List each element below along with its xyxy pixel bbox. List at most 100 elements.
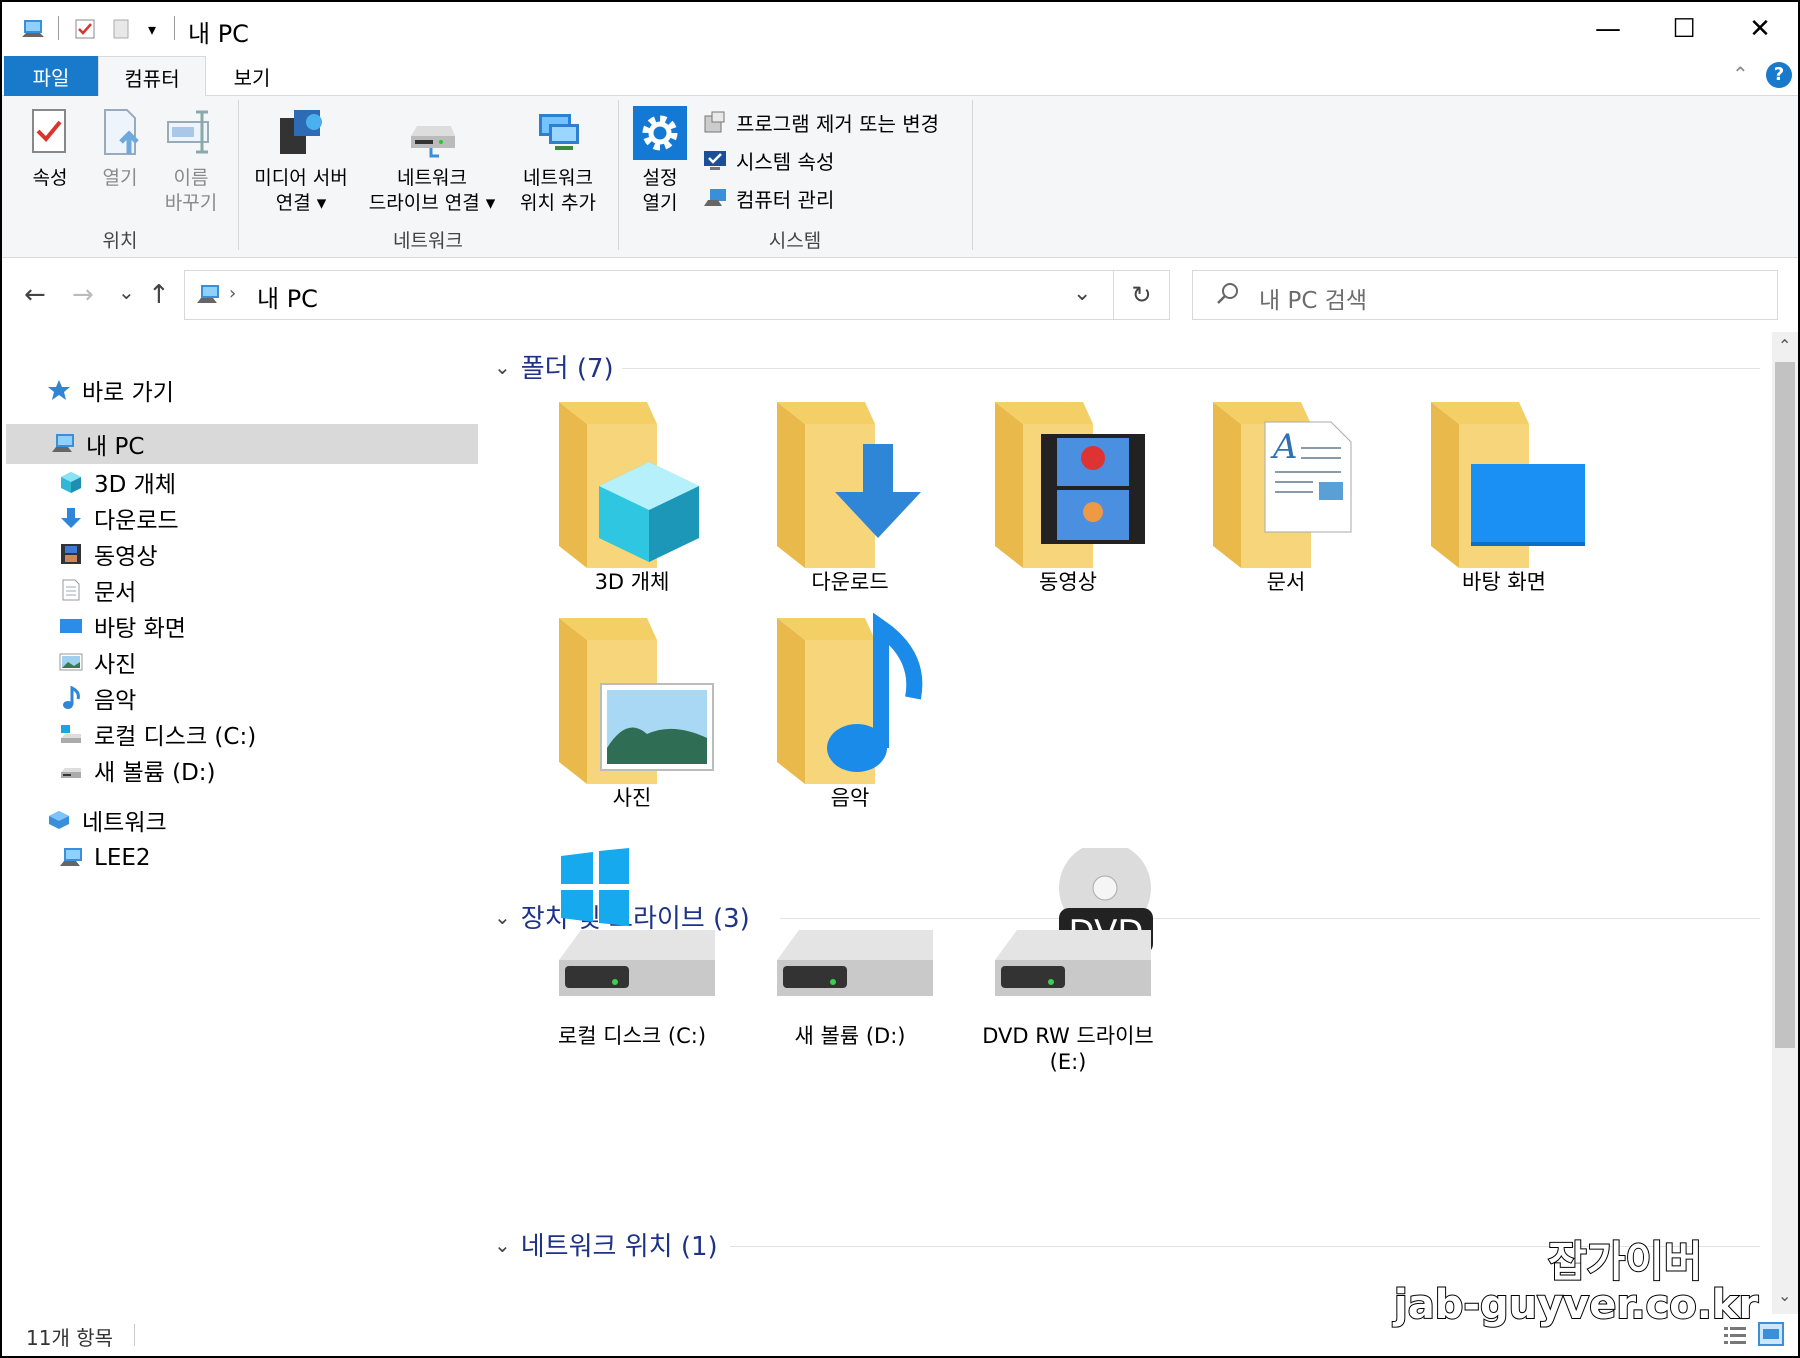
tab-computer[interactable]: 컴퓨터 xyxy=(98,56,206,97)
folder-icon xyxy=(765,382,935,572)
minimize-button[interactable]: — xyxy=(1570,2,1646,56)
picture-icon xyxy=(58,650,84,674)
system-properties-icon xyxy=(702,148,728,172)
help-icon[interactable]: ? xyxy=(1766,62,1792,88)
dvd-drive-icon: DVD xyxy=(983,842,1153,1008)
drive-label: DVD RW 드라이브 (E:) xyxy=(982,1024,1154,1074)
folder-item[interactable]: 동영상 xyxy=(958,382,1178,596)
group-label-system: 시스템 xyxy=(768,230,822,252)
network-icon xyxy=(46,808,72,832)
computer-management-icon xyxy=(702,186,728,210)
pc-icon xyxy=(50,432,76,456)
folder-item[interactable]: A 문서 xyxy=(1176,382,1396,596)
music-icon xyxy=(58,685,84,710)
back-button[interactable]: ← xyxy=(24,280,46,310)
address-dropdown-button[interactable]: ⌄ xyxy=(1073,281,1091,306)
sidebar-item-1[interactable]: 바로 가기 xyxy=(2,370,480,410)
sidebar-item-4[interactable]: 다운로드 xyxy=(2,498,480,538)
content-pane: ⌄ 폴더 (7) ⌄ 장치 및 드라이브 (3) ⌄ 네트워크 위치 (1) 3… xyxy=(480,332,1772,1314)
folder-icon xyxy=(1419,382,1589,572)
sidebar-item-7[interactable]: 바탕 화면 xyxy=(2,606,480,646)
folder-item[interactable]: 바탕 화면 xyxy=(1394,382,1614,596)
ribbon-tabs: 파일 컴퓨터 보기 ⌃ ? xyxy=(2,56,1798,97)
collapse-ribbon-icon[interactable]: ⌃ xyxy=(1732,62,1749,86)
system-properties-button[interactable]: 시스템 속성 xyxy=(702,144,834,176)
rename-button[interactable]: 이름 바꾸기 xyxy=(158,106,224,216)
sidebar-item-10[interactable]: 로컬 디스크 (C:) xyxy=(2,714,480,754)
computer-management-button[interactable]: 컴퓨터 관리 xyxy=(702,182,834,214)
drive-item[interactable]: 새 볼륨 (D:) xyxy=(740,848,960,1050)
sidebar-item-8[interactable]: 사진 xyxy=(2,642,480,682)
sidebar-item-2[interactable]: 내 PC xyxy=(6,424,478,464)
close-button[interactable]: ✕ xyxy=(1722,2,1798,56)
hard-drive-icon xyxy=(765,848,935,1008)
drive-label: 로컬 디스크 (C:) xyxy=(557,1024,707,1048)
group-header-network-locations[interactable]: ⌄ 네트워크 위치 (1) xyxy=(494,1226,718,1263)
details-view-icon[interactable] xyxy=(1722,1324,1748,1351)
folder-item[interactable]: 3D 개체 xyxy=(522,382,742,596)
add-network-location-button[interactable]: 네트워크 위치 추가 xyxy=(510,106,606,216)
sidebar-item-label: 새 볼륨 (D:) xyxy=(94,760,216,786)
tab-file[interactable]: 파일 xyxy=(4,56,98,96)
vertical-scrollbar[interactable]: ⌃ ⌄ xyxy=(1772,332,1798,1314)
watermark-korean: 잡가이버 xyxy=(1547,1236,1704,1287)
watermark-url: jab-guyver.co.kr xyxy=(1393,1281,1759,1329)
folder-quick-icon[interactable] xyxy=(112,16,132,42)
sidebar-item-label: 동영상 xyxy=(94,544,158,570)
search-box[interactable]: 내 PC 검색 xyxy=(1192,270,1778,320)
properties-quick-icon[interactable] xyxy=(74,16,96,42)
open-button[interactable]: 열기 xyxy=(90,106,150,191)
forward-button[interactable]: → xyxy=(72,280,94,310)
quick-access-dropdown[interactable]: ▾ xyxy=(148,16,156,42)
pc-icon xyxy=(195,283,221,311)
folder-item[interactable]: 음악 xyxy=(740,598,960,812)
address-bar[interactable]: › 내 PC ⌄ xyxy=(184,270,1114,320)
sidebar-item-9[interactable]: 음악 xyxy=(2,678,480,718)
drive-item[interactable]: DVD DVD RW 드라이브 (E:) xyxy=(958,842,1178,1074)
scroll-up-icon[interactable]: ⌃ xyxy=(1778,336,1791,355)
up-button[interactable]: ↑ xyxy=(148,280,170,310)
pc-app-icon xyxy=(20,16,46,42)
sidebar-item-label: 네트워크 xyxy=(82,810,167,836)
media-server-button[interactable]: 미디어 서버 연결 ▾ xyxy=(246,106,356,216)
gear-icon xyxy=(633,106,687,160)
properties-button[interactable]: 속성 xyxy=(20,106,80,191)
sidebar-item-6[interactable]: 문서 xyxy=(2,570,480,610)
sidebar-item-11[interactable]: 새 볼륨 (D:) xyxy=(2,750,480,790)
window-title: 내 PC xyxy=(188,20,249,48)
recent-locations-button[interactable]: ⌄ xyxy=(118,280,135,304)
svg-text:A: A xyxy=(1270,427,1298,467)
sidebar-item-label: 문서 xyxy=(94,580,137,606)
scrollbar-thumb[interactable] xyxy=(1775,362,1795,1048)
tab-view[interactable]: 보기 xyxy=(212,56,292,96)
uninstall-icon xyxy=(702,110,728,134)
uninstall-programs-button[interactable]: 프로그램 제거 또는 변경 xyxy=(702,106,939,138)
rename-icon xyxy=(164,106,218,160)
map-network-drive-button[interactable]: 네트워크 드라이브 연결 ▾ xyxy=(362,106,502,216)
navigation-pane: 바로 가기내 PC 3D 개체다운로드동영상문서 바탕 화면 사진 음악 로컬 디스크 (… xyxy=(2,332,480,1314)
breadcrumb-path[interactable]: 내 PC xyxy=(257,279,318,314)
chevron-down-icon: ⌄ xyxy=(494,354,511,379)
group-header-folders[interactable]: ⌄ 폴더 (7) xyxy=(494,348,614,385)
folder-item[interactable]: 다운로드 xyxy=(740,382,960,596)
star-icon xyxy=(46,378,72,402)
scroll-down-icon[interactable]: ⌄ xyxy=(1778,1286,1791,1305)
search-icon xyxy=(1215,281,1241,311)
drive-item[interactable]: 로컬 디스크 (C:) xyxy=(522,848,742,1050)
refresh-button[interactable]: ↻ xyxy=(1114,270,1170,320)
sidebar-item-5[interactable]: 동영상 xyxy=(2,534,480,574)
maximize-button[interactable]: ☐ xyxy=(1646,2,1722,56)
sidebar-item-13[interactable]: LEE2 xyxy=(2,838,480,878)
drive-icon xyxy=(58,758,84,782)
search-input[interactable]: 내 PC 검색 xyxy=(1259,281,1367,315)
sidebar-item-label: 다운로드 xyxy=(94,508,179,534)
sidebar-item-12[interactable]: 네트워크 xyxy=(2,800,480,840)
folder-item[interactable]: 사진 xyxy=(522,598,742,812)
large-icons-view-icon[interactable] xyxy=(1758,1322,1784,1351)
open-settings-button[interactable]: 설정 열기 xyxy=(628,106,692,216)
navigation-bar: ← → ⌄ ↑ › 내 PC ⌄ ↻ 내 PC 검색 xyxy=(2,258,1798,332)
sidebar-item-3[interactable]: 3D 개체 xyxy=(2,462,480,502)
drive-c-icon xyxy=(58,722,84,746)
document-icon xyxy=(58,578,84,602)
computer-icon xyxy=(58,846,84,870)
